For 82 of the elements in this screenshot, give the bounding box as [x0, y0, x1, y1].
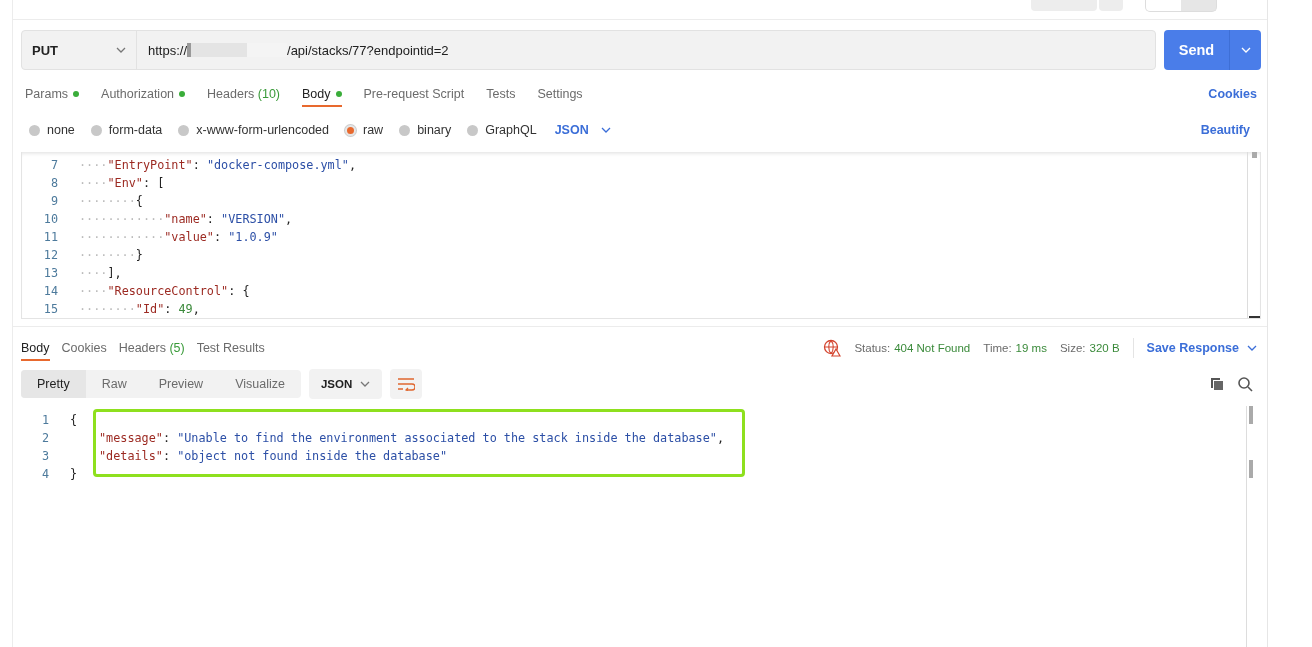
code-line: }: [70, 466, 78, 483]
code-editor[interactable]: [21, 152, 1261, 319]
chevron-down-icon: [600, 127, 611, 133]
line-number: 4: [40, 466, 50, 483]
line-number: 9: [49, 193, 59, 210]
copy-icon[interactable]: [1209, 376, 1225, 392]
request-tab[interactable]: Params: [25, 81, 80, 107]
request-tab[interactable]: Headers (10): [207, 81, 280, 107]
radio-button[interactable]: [90, 124, 102, 136]
view-tab[interactable]: Raw: [85, 370, 143, 398]
line-number: 3: [40, 448, 50, 465]
radio-label[interactable]: GraphQL: [485, 123, 537, 137]
method-dropdown[interactable]: PUT: [22, 31, 137, 69]
line-number: 7: [49, 157, 59, 174]
line-number: 2: [40, 430, 50, 447]
line-number: 1: [40, 412, 50, 429]
code-line: "message": "Unable to find the environment associated to the stack inside the database",: [98, 430, 725, 447]
response-tab[interactable]: Cookies: [61, 335, 107, 361]
url-text: /api/stacks/77?endpointid=2: [287, 42, 449, 58]
line-number: 8: [49, 175, 59, 192]
chevron-down-icon: [1240, 47, 1251, 53]
response-tab[interactable]: Headers (5): [118, 335, 185, 361]
wrap-button[interactable]: [390, 369, 423, 399]
scrollbar[interactable]: [1246, 406, 1255, 647]
request-tab[interactable]: Body: [302, 81, 342, 107]
line-number: 15: [42, 301, 59, 318]
metric-label: Time:: [983, 342, 1012, 354]
radio-button[interactable]: [29, 124, 40, 136]
radio-label[interactable]: raw: [363, 123, 384, 137]
line-number: 11: [42, 229, 59, 246]
response-tab[interactable]: Body: [21, 335, 50, 361]
line-number: 10: [42, 211, 59, 228]
line-number: 13: [42, 265, 59, 282]
code-line: ····],: [79, 265, 122, 282]
globe-warning-icon: [823, 339, 842, 357]
radio-label[interactable]: form-data: [108, 123, 163, 137]
wrap-lines-icon: [397, 377, 416, 391]
request-tab[interactable]: Pre-request Script: [363, 81, 465, 107]
scrollbar[interactable]: [1247, 152, 1260, 318]
metric-value: 320 B: [1089, 342, 1120, 354]
chevron-down-icon: [360, 381, 371, 387]
url-bar[interactable]: PUT https:// /api/stacks/77?endpointid=2: [21, 30, 1156, 70]
line-number: 12: [42, 247, 59, 264]
radio-button[interactable]: [178, 124, 190, 136]
view-tab[interactable]: Visualize: [219, 370, 301, 398]
metric-label: Size:: [1059, 342, 1086, 354]
code-line: ········{: [79, 193, 143, 210]
request-tab[interactable]: Settings: [537, 81, 583, 107]
cookies-link[interactable]: Cookies: [1208, 87, 1257, 101]
code-line: ····"ResourceControl": {: [79, 283, 250, 300]
metric-value: 404 Not Found: [894, 342, 971, 354]
metric-value: 19 ms: [1015, 342, 1047, 354]
view-toggle[interactable]: [1145, 0, 1217, 12]
radio-label[interactable]: binary: [417, 123, 452, 137]
code-line: ············"value": "1.0.9": [79, 229, 278, 246]
url-text: https://: [148, 42, 188, 58]
request-tab[interactable]: Authorization: [101, 81, 186, 107]
save-response-button[interactable]: Save Response: [1146, 341, 1257, 355]
metric-label: Status:: [854, 342, 891, 354]
view-tab[interactable]: Pretty: [21, 370, 86, 398]
search-icon[interactable]: [1237, 376, 1253, 392]
radio-label[interactable]: none: [47, 123, 75, 137]
view-tab[interactable]: Preview: [142, 370, 220, 398]
code-line: ····"Env": [: [79, 175, 165, 192]
request-tab[interactable]: Tests: [486, 81, 516, 107]
radio-button[interactable]: [467, 124, 479, 136]
code-line: ····"EntryPoint": "docker-compose.yml",: [79, 157, 357, 174]
radio-button[interactable]: [345, 124, 356, 136]
code-line: "details": "object not found inside the database": [98, 448, 448, 465]
format-dropdown[interactable]: JSON: [554, 123, 611, 137]
code-line: ············"name": "VERSION",: [79, 211, 293, 228]
chevron-down-icon: [1247, 345, 1257, 351]
line-number: 14: [42, 283, 59, 300]
radio-button[interactable]: [399, 124, 411, 136]
code-line: ········"Id": 49,: [79, 301, 200, 318]
radio-label[interactable]: x-www-form-urlencoded: [196, 123, 329, 137]
chevron-down-icon: [116, 47, 126, 53]
code-line: ········}: [79, 247, 143, 264]
response-tab[interactable]: Test Results: [196, 335, 265, 361]
beautify-link[interactable]: Beautify: [1200, 123, 1250, 137]
format-dropdown[interactable]: JSON: [308, 369, 383, 399]
code-line: {: [70, 412, 78, 429]
